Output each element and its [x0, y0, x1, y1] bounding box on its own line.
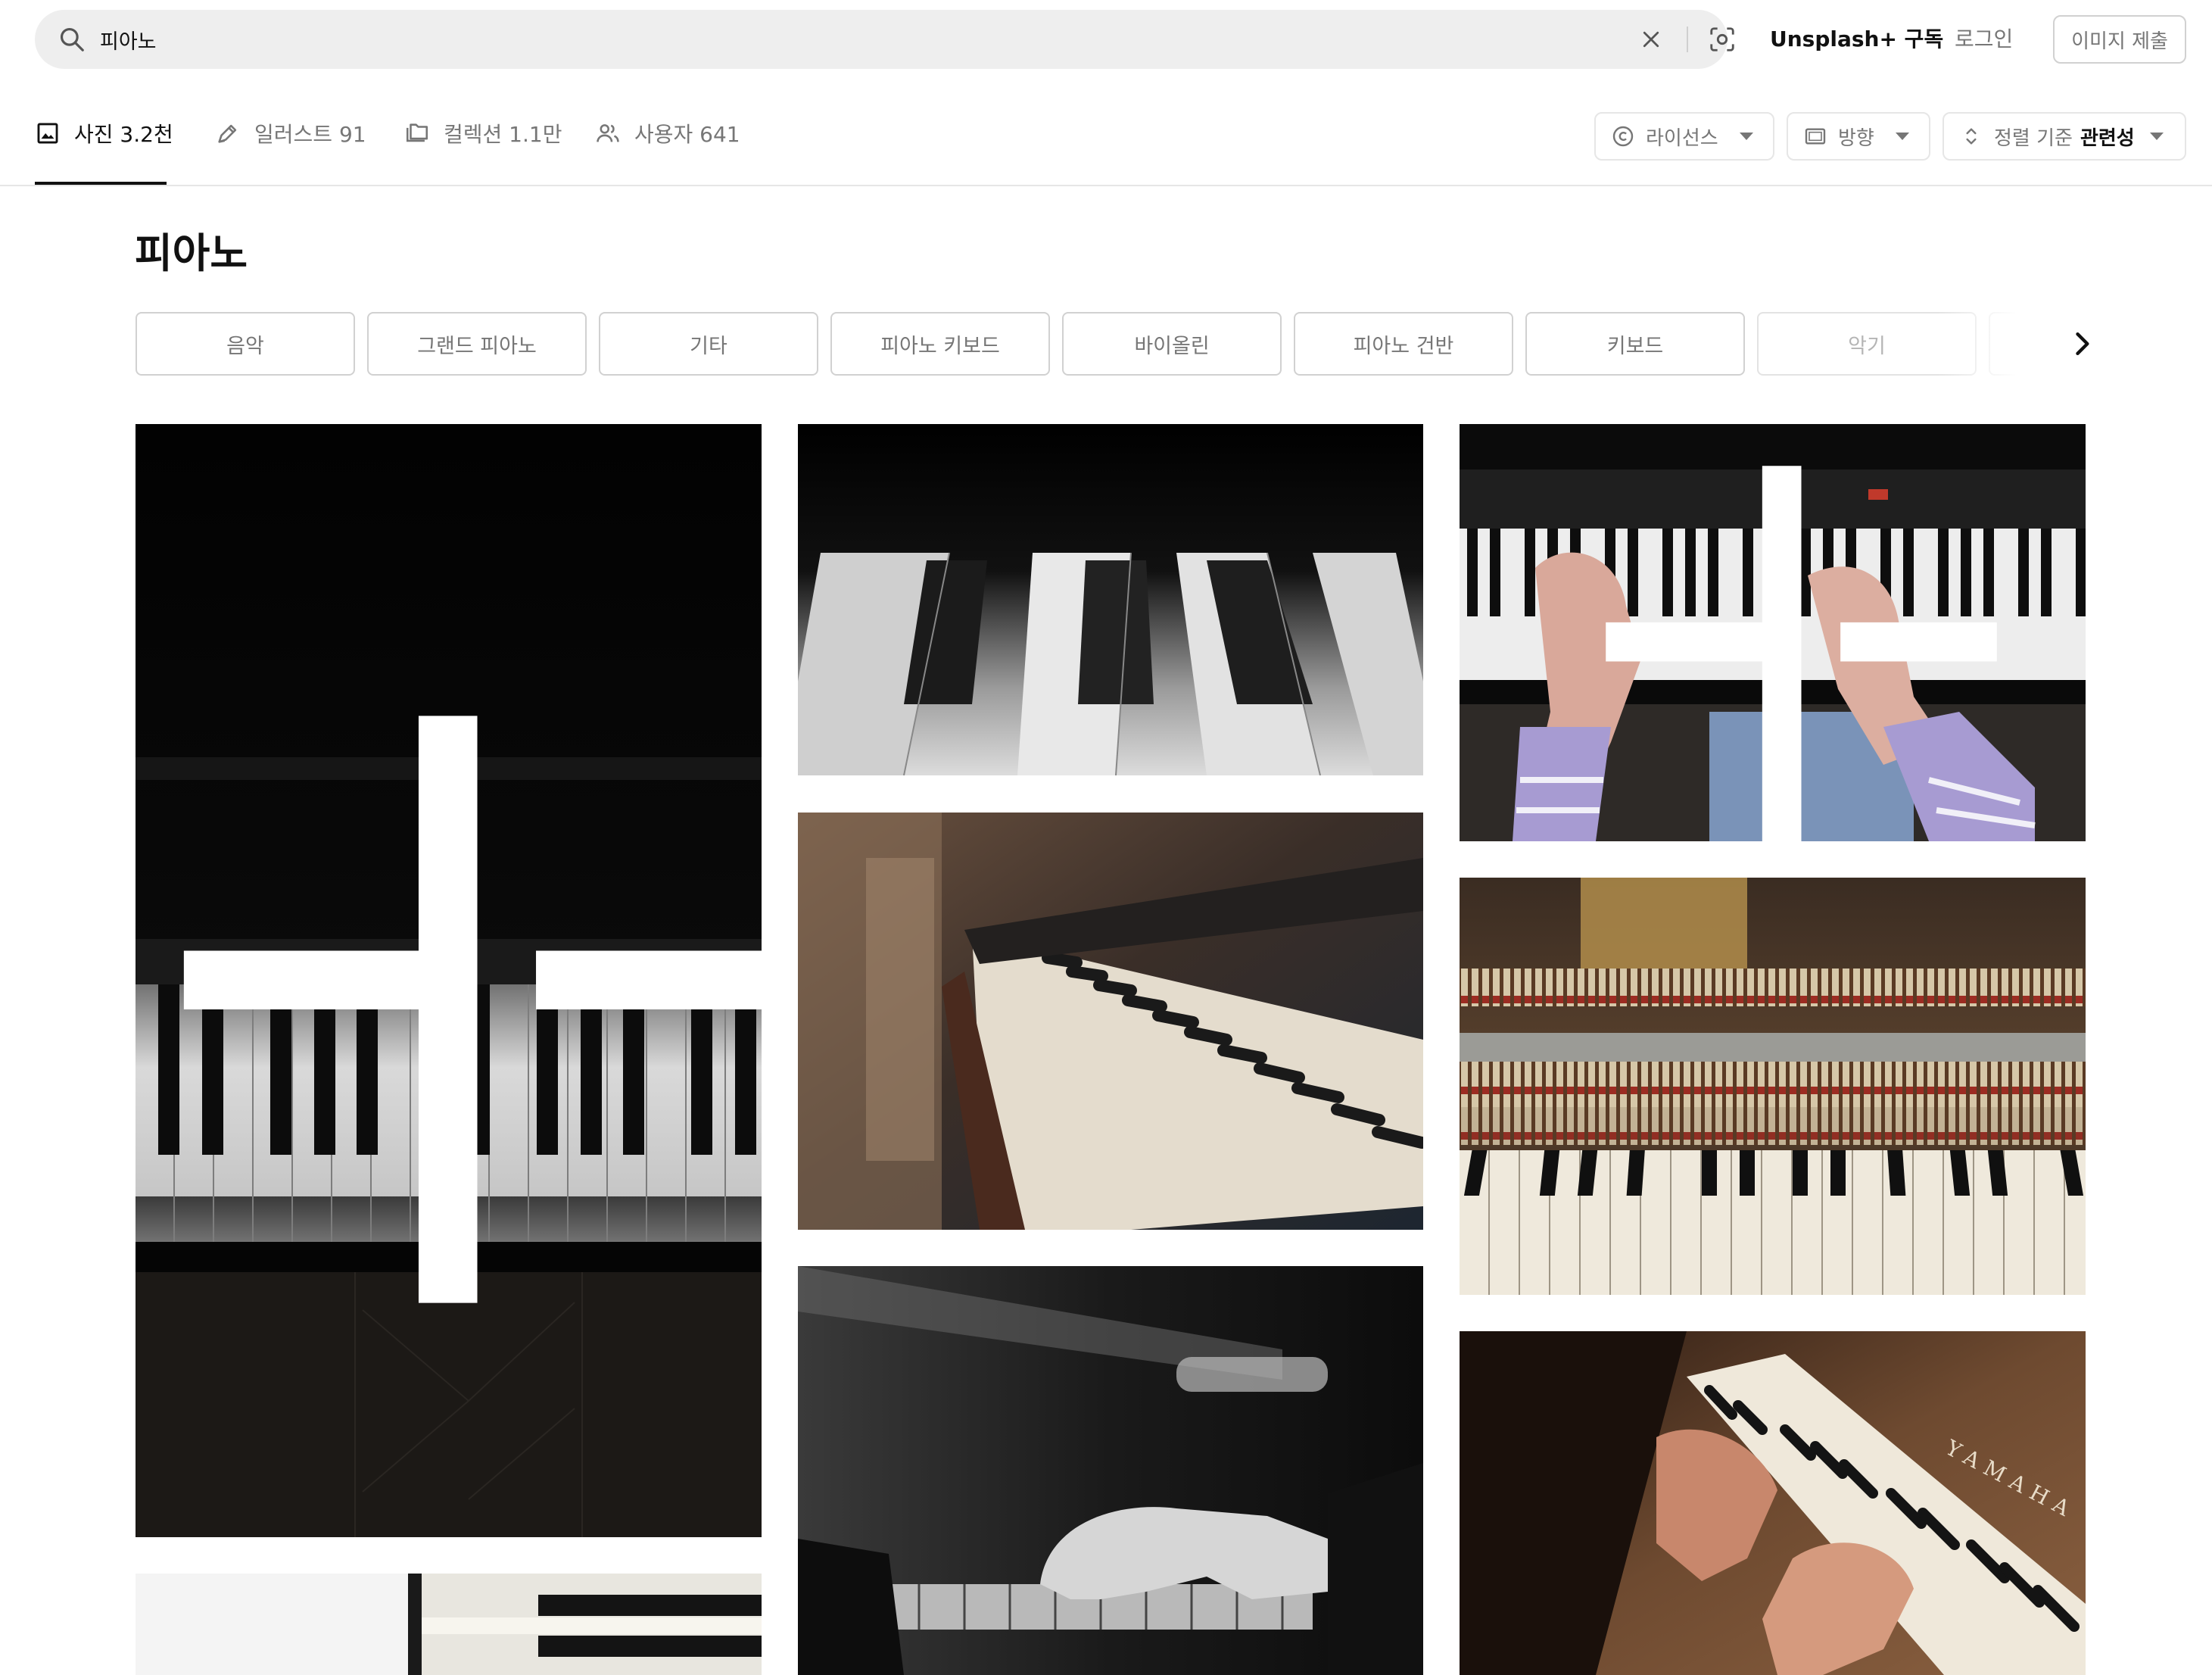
white-keyboard-image [136, 1574, 762, 1675]
search-divider [1687, 27, 1688, 52]
tab-collections-label: 컬렉션 1.1만 [444, 122, 562, 147]
search-icon [60, 27, 84, 51]
piano-hammers-image [1460, 878, 2086, 1295]
clear-search-icon[interactable] [1640, 28, 1662, 51]
tab-illustrations[interactable]: 일러스트 91 [215, 117, 366, 150]
media-type-tabs: 사진 3.2천 일러스트 91 컬렉션 1.1만 사용자 641 라이선스 방향… [0, 79, 2212, 186]
photo-card[interactable] [1460, 878, 2086, 1295]
photo-card[interactable]: YAMAHA [1460, 1331, 2086, 1675]
chevron-down-icon [2149, 133, 2164, 140]
pianist-hands-bw-image [798, 1266, 1423, 1675]
upright-piano-image [798, 813, 1423, 1230]
tab-photos-label: 사진 3.2천 [74, 122, 173, 147]
related-chip[interactable]: 피아노 건반 [1294, 312, 1513, 376]
pen-icon [218, 124, 237, 143]
sort-icon [1966, 128, 1977, 145]
photo-card[interactable] [136, 1574, 762, 1675]
tab-photos[interactable]: 사진 3.2천 [35, 117, 173, 150]
unsplash-plus-link[interactable]: Unsplash+ 구독 [1770, 23, 1943, 56]
search-input[interactable] [100, 20, 1538, 58]
related-chip[interactable]: 그랜드 피아노 [367, 312, 587, 376]
sort-filter-prefix: 정렬 기준 [1994, 126, 2073, 150]
photo-card[interactable] [798, 424, 1423, 775]
related-chip[interactable]: 피아노 키보드 [830, 312, 1050, 376]
collection-icon [406, 123, 428, 142]
photo-icon [37, 123, 58, 144]
top-bar: Unsplash+ 구독 로그인 이미지 제출 [0, 0, 2212, 79]
chevron-down-icon [1739, 133, 1753, 140]
search-bar[interactable] [35, 10, 1734, 69]
photo-card[interactable] [798, 813, 1423, 1230]
unsplash-plus-icon [1606, 466, 1997, 841]
chevron-down-icon [1895, 133, 1909, 140]
users-icon [597, 124, 619, 142]
tab-collections[interactable]: 컬렉션 1.1만 [404, 117, 562, 150]
photo-card[interactable] [798, 1266, 1423, 1675]
sort-filter-value: 관련성 [2080, 126, 2135, 150]
tab-illustrations-label: 일러스트 91 [254, 122, 366, 147]
copyright-icon [1612, 126, 1634, 147]
tab-users-label: 사용자 641 [634, 122, 740, 147]
active-tab-indicator [35, 182, 167, 185]
related-chip[interactable]: 기타 [599, 312, 818, 376]
sort-filter[interactable]: 정렬 기준 관련성 [1943, 112, 2186, 161]
license-filter[interactable]: 라이선스 [1594, 112, 1774, 161]
orientation-filter-label: 방향 [1838, 126, 1874, 150]
visual-search-icon[interactable] [1708, 25, 1737, 54]
related-chip[interactable]: 음악 [136, 312, 355, 376]
related-chip[interactable]: 바이올린 [1062, 312, 1282, 376]
related-chip[interactable]: 키보드 [1525, 312, 1745, 376]
submit-image-button[interactable]: 이미지 제출 [2053, 15, 2186, 64]
license-filter-label: 라이선스 [1646, 126, 1718, 150]
chevron-right-icon[interactable] [2065, 326, 2098, 362]
orientation-icon [1805, 128, 1826, 145]
black-keys-closeup-image [798, 424, 1423, 775]
unsplash-plus-icon [183, 716, 762, 1303]
login-link[interactable]: 로그인 [1955, 23, 2013, 56]
unsplash-search-page: Unsplash+ 구독 로그인 이미지 제출 사진 3.2천 일러스트 91 … [0, 0, 2212, 1675]
yamaha-piano-hands-image: YAMAHA [1460, 1331, 2086, 1675]
photo-card[interactable] [136, 424, 762, 1537]
tab-users[interactable]: 사용자 641 [595, 117, 740, 150]
photo-card[interactable] [1460, 424, 2086, 841]
orientation-filter[interactable]: 방향 [1787, 112, 1930, 161]
page-title: 피아노 [135, 229, 248, 277]
